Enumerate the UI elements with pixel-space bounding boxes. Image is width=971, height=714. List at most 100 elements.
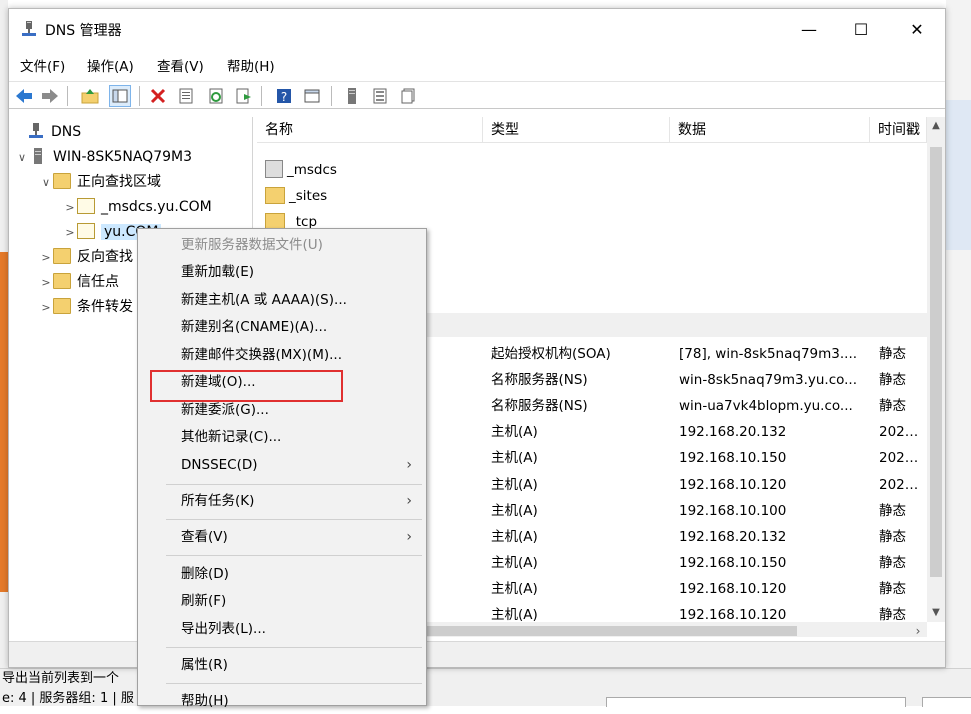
- expand-icon[interactable]: >: [63, 222, 77, 244]
- folder-icon: [265, 160, 283, 178]
- delete-icon[interactable]: [147, 85, 169, 107]
- export-icon[interactable]: [233, 85, 255, 107]
- maximize-button[interactable]: ☐: [838, 9, 884, 49]
- record-timestamp: 静态: [879, 502, 906, 519]
- menu-view[interactable]: 查看(V): [157, 55, 204, 75]
- column-type[interactable]: 类型: [483, 117, 670, 143]
- column-timestamp[interactable]: 时间戳: [870, 117, 927, 143]
- record-type: 主机(A): [491, 528, 538, 545]
- record-data: 192.168.10.120: [679, 476, 787, 493]
- column-name[interactable]: 名称: [257, 117, 483, 143]
- context-menu: 更新服务器数据文件(U) 重新加载(E) 新建主机(A 或 AAAA)(S)..…: [137, 228, 427, 709]
- annotation-highlight-box: [150, 370, 343, 402]
- menu-file[interactable]: 文件(F): [20, 55, 65, 75]
- record-timestamp: 2022/3: [879, 450, 925, 467]
- minimize-button[interactable]: —: [786, 9, 832, 49]
- close-button[interactable]: ✕: [894, 9, 940, 49]
- menu-item-export-list[interactable]: 导出列表(L)...: [138, 616, 426, 642]
- record-data: 192.168.20.132: [679, 424, 787, 441]
- dns-root-icon: [29, 123, 43, 138]
- dns-app-icon: [22, 21, 36, 36]
- record-data: win-8sk5naq79m3.yu.co...: [679, 372, 858, 389]
- up-folder-icon[interactable]: [79, 85, 101, 107]
- menu-help[interactable]: 帮助(H): [227, 55, 275, 75]
- background-window-left: [0, 0, 8, 706]
- scroll-right-icon[interactable]: ›: [909, 622, 927, 637]
- properties-icon[interactable]: [175, 85, 197, 107]
- back-icon[interactable]: [13, 85, 35, 107]
- forward-icon[interactable]: [39, 85, 61, 107]
- tree-node-server[interactable]: ∨ WIN-8SK5NAQ79M3: [15, 146, 192, 168]
- record-type: 名称服务器(NS): [491, 398, 588, 415]
- submenu-arrow-icon: ›: [406, 457, 412, 473]
- record-timestamp: 静态: [879, 372, 906, 389]
- menu-item-view[interactable]: 查看(V) ›: [138, 524, 426, 550]
- records-icon[interactable]: [397, 85, 419, 107]
- record-data: 192.168.10.150: [679, 450, 787, 467]
- menu-item-delete[interactable]: 删除(D): [138, 561, 426, 587]
- menu-item-new-alias[interactable]: 新建别名(CNAME)(A)...: [138, 314, 426, 340]
- expand-icon[interactable]: >: [39, 272, 53, 294]
- record-data: 192.168.10.120: [679, 580, 787, 597]
- folder-icon: [53, 173, 71, 189]
- menu-item-reload[interactable]: 重新加载(E): [138, 259, 426, 285]
- menu-action[interactable]: 操作(A): [87, 55, 134, 75]
- toolbar: ?: [9, 81, 945, 109]
- tree-node-forward-zones[interactable]: ∨ 正向查找区域: [39, 171, 161, 193]
- list-item[interactable]: _msdcs: [257, 157, 927, 183]
- menu-item-update-server-data[interactable]: 更新服务器数据文件(U): [138, 232, 426, 258]
- show-hide-tree-icon[interactable]: [109, 85, 131, 107]
- expand-icon[interactable]: >: [63, 197, 77, 219]
- menu-item-dnssec[interactable]: DNSSEC(D) ›: [138, 452, 426, 478]
- record-timestamp: 静态: [879, 580, 906, 597]
- record-timestamp: 2022/3: [879, 476, 925, 493]
- record-timestamp: 静态: [879, 528, 906, 545]
- tree-node-reverse-zones[interactable]: > 反向查找: [39, 246, 133, 268]
- record-data: 192.168.20.132: [679, 528, 787, 545]
- tree-node-dns[interactable]: DNS: [13, 121, 81, 143]
- background-status-2: e: 4 | 服务器组: 1 | 服: [2, 691, 134, 706]
- column-data[interactable]: 数据: [670, 117, 870, 143]
- server-node-icon: [34, 148, 42, 164]
- record-type: 主机(A): [491, 476, 538, 493]
- zone-icon: [77, 223, 95, 239]
- menu-item-help[interactable]: 帮助(H): [138, 688, 426, 714]
- scroll-up-icon[interactable]: ▲: [927, 117, 945, 135]
- record-type: 名称服务器(NS): [491, 372, 588, 389]
- scroll-thumb[interactable]: [930, 147, 942, 577]
- menu-item-all-tasks[interactable]: 所有任务(K) ›: [138, 488, 426, 514]
- collapse-icon[interactable]: ∨: [15, 147, 29, 169]
- record-timestamp: 静态: [879, 398, 906, 415]
- list-icon[interactable]: [369, 85, 391, 107]
- menu-item-new-mx[interactable]: 新建邮件交换器(MX)(M)...: [138, 342, 426, 368]
- expand-icon[interactable]: >: [39, 297, 53, 319]
- folder-icon: [265, 187, 285, 204]
- record-type: 主机(A): [491, 450, 538, 467]
- refresh-icon[interactable]: [205, 85, 227, 107]
- background-window-right: [946, 0, 971, 706]
- view-pane-icon[interactable]: [301, 85, 323, 107]
- tree-node-msdcs-zone[interactable]: > _msdcs.yu.COM: [63, 196, 212, 218]
- list-item[interactable]: _sites: [257, 183, 927, 209]
- menu-item-other-records[interactable]: 其他新记录(C)...: [138, 424, 426, 450]
- server-icon[interactable]: [341, 85, 363, 107]
- menu-item-new-host[interactable]: 新建主机(A 或 AAAA)(S)...: [138, 287, 426, 313]
- window-title: DNS 管理器: [45, 23, 122, 39]
- collapse-icon[interactable]: ∨: [39, 172, 53, 194]
- tree-node-conditional-forwarders[interactable]: > 条件转发: [39, 296, 133, 318]
- folder-icon: [53, 273, 71, 289]
- record-type: 主机(A): [491, 424, 538, 441]
- menu-bar: 文件(F) 操作(A) 查看(V) 帮助(H): [9, 51, 945, 77]
- folder-icon: [53, 298, 71, 314]
- title-bar[interactable]: DNS 管理器 — ☐ ✕: [9, 9, 945, 49]
- menu-item-refresh[interactable]: 刷新(F): [138, 588, 426, 614]
- help-icon[interactable]: ?: [273, 85, 295, 107]
- vertical-scrollbar[interactable]: ▲ ▼: [927, 117, 945, 622]
- list-header: 名称 类型 数据 时间戳: [257, 117, 945, 143]
- tree-node-trust-points[interactable]: > 信任点: [39, 271, 119, 293]
- scroll-down-icon[interactable]: ▼: [927, 604, 945, 622]
- record-data: win-ua7vk4blopm.yu.co...: [679, 398, 853, 415]
- background-status-1: 导出当前列表到一个: [2, 671, 120, 686]
- expand-icon[interactable]: >: [39, 247, 53, 269]
- menu-item-properties[interactable]: 属性(R): [138, 652, 426, 678]
